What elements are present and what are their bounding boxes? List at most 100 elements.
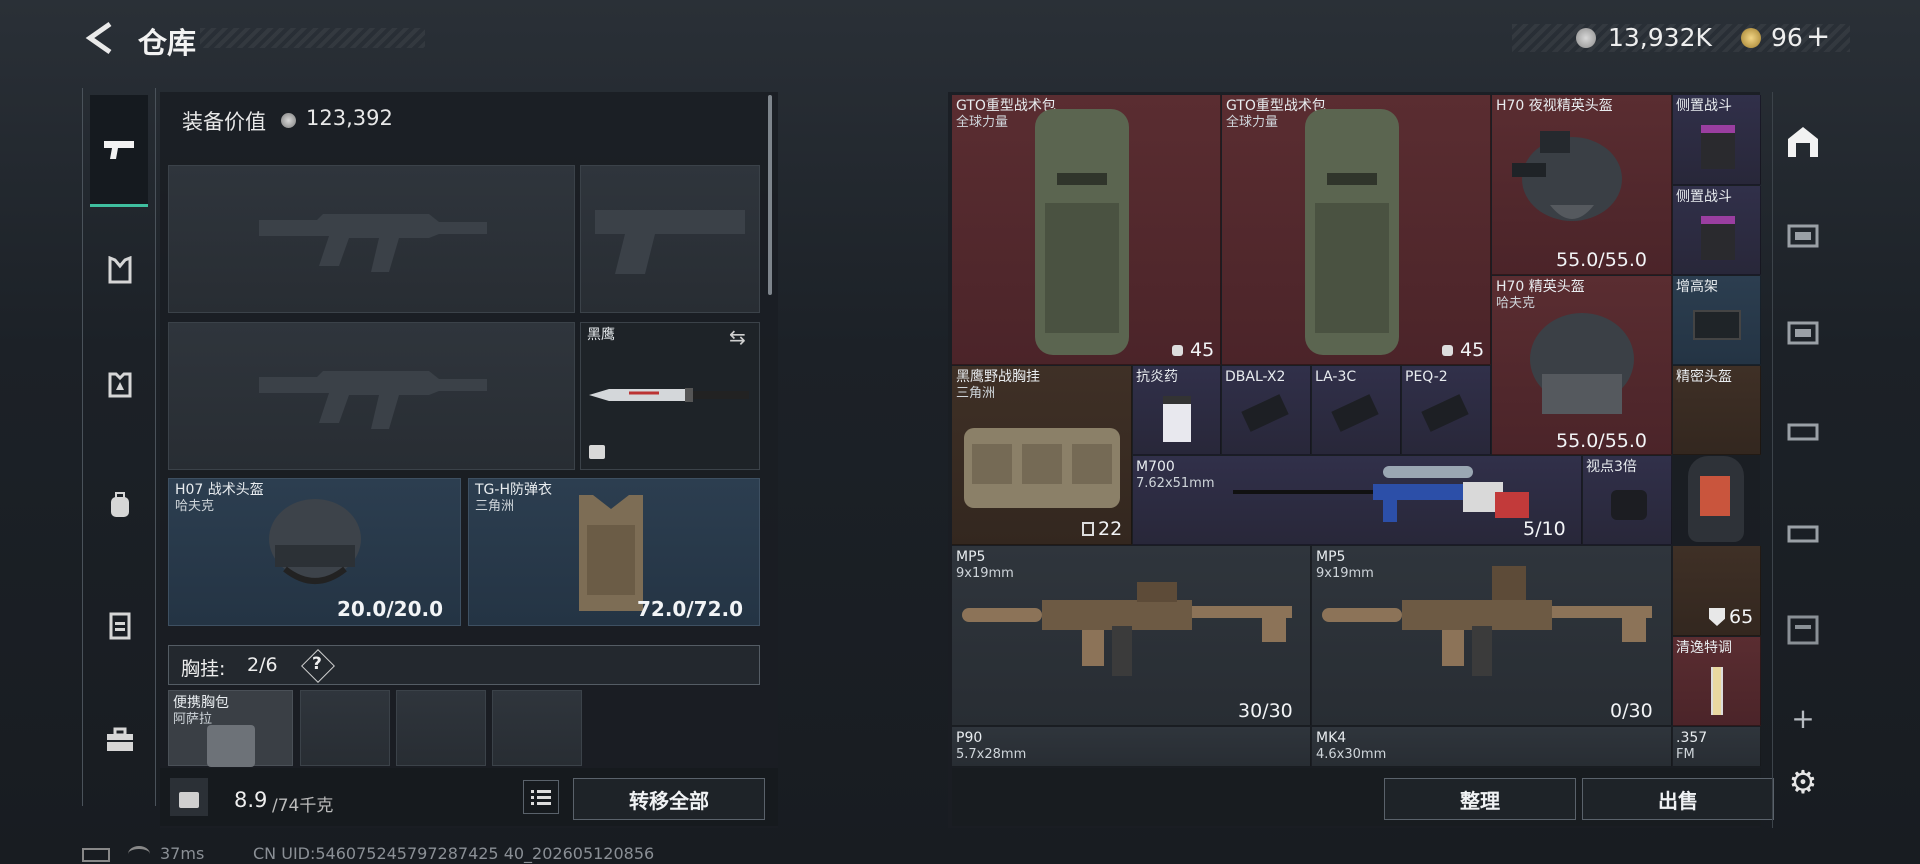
chest-rig-icon — [964, 428, 1120, 508]
grid-item-riser[interactable]: 增高架 — [1673, 276, 1761, 365]
knife-icon — [589, 388, 749, 402]
vest-small-icon — [1082, 522, 1094, 536]
knife-slot[interactable]: 黑鹰 ⇆ — [580, 322, 760, 470]
list-view-button[interactable] — [523, 780, 559, 814]
item-name: 侧置战斗 — [1676, 98, 1732, 114]
nav-pouch[interactable] — [100, 605, 140, 645]
helmet-name: H07 战术头盔 — [175, 482, 264, 498]
swap-icon[interactable]: ⇆ — [729, 325, 746, 349]
laser-icon — [1421, 394, 1469, 432]
nav-toolbox[interactable] — [100, 720, 140, 760]
grid-item-la3c[interactable]: LA-3C — [1312, 366, 1401, 455]
grid-item-shield[interactable]: 65 — [1673, 546, 1761, 636]
container-icon — [1787, 321, 1819, 345]
weight-lock-icon — [170, 778, 208, 816]
nav-backpack[interactable] — [100, 485, 140, 525]
chestrig-label: 胸挂: — [181, 658, 226, 680]
sort-button[interactable]: 整理 — [1384, 778, 1576, 820]
grid-item-blackhawk[interactable]: 黑鹰野战胸挂 三角洲 22 — [952, 366, 1132, 545]
grid-item-mp5b[interactable]: MP5 9x19mm 0/30 — [1312, 546, 1672, 726]
grid-item-p90[interactable]: P90 5.7x28mm — [952, 727, 1311, 767]
grid-item-h70nv[interactable]: H70 夜视精英头盔 55.0/55.0 — [1492, 95, 1672, 275]
add-coins-button[interactable]: + — [1806, 19, 1830, 53]
primary-weapon-slot[interactable] — [168, 165, 575, 313]
grid-item-m700[interactable]: M700 7.62x51mm 5/10 — [1133, 456, 1582, 545]
grid-item-scope3[interactable]: 视点3倍 — [1583, 456, 1672, 545]
sell-button[interactable]: 出售 — [1582, 778, 1774, 820]
item-ammo: 5/10 — [1523, 518, 1566, 540]
grid-item-h70[interactable]: H70 精英头盔 哈夫克 55.0/55.0 — [1492, 276, 1672, 455]
gold-coin-icon — [1741, 28, 1761, 48]
grid-item-antiinf[interactable]: 抗炎药 — [1133, 366, 1221, 455]
container-icon — [1787, 525, 1819, 543]
nav-armor[interactable] — [100, 365, 140, 405]
smg-icon — [962, 582, 1292, 676]
item-name: 视点3倍 — [1586, 459, 1637, 475]
grid-item-peq2[interactable]: PEQ-2 — [1402, 366, 1491, 455]
pistol-silhouette-icon — [595, 210, 745, 274]
item-name: H70 夜视精英头盔 — [1496, 98, 1613, 114]
chestrig-item-slot[interactable]: 便携胸包 阿萨拉 — [168, 690, 293, 767]
nav-stash-3b[interactable] — [1778, 512, 1828, 552]
toolbox-icon — [107, 727, 133, 751]
grid-item-mp5a[interactable]: MP5 9x19mm 30/30 — [952, 546, 1311, 726]
grid-item-gto1[interactable]: GTO重型战术包 全球力量 45 — [952, 95, 1221, 365]
grid-item-mk4[interactable]: MK4 4.6x30mm — [1312, 727, 1672, 767]
item-name: MP5 — [956, 549, 986, 565]
help-icon: ? — [312, 654, 322, 674]
item-name: 清逸特调 — [1676, 640, 1732, 656]
grid-item-gto2[interactable]: GTO重型战术包 全球力量 45 — [1222, 95, 1491, 365]
loadout-scrollbar[interactable] — [768, 95, 772, 295]
chestrig-empty-slot[interactable] — [492, 690, 582, 766]
item-caliber: FM — [1676, 747, 1695, 762]
silver-coin-icon — [281, 113, 296, 128]
back-button[interactable] — [82, 20, 116, 56]
item-name: 侧置战斗 — [1676, 189, 1732, 205]
item-ammo: 0/30 — [1610, 700, 1653, 722]
item-name: DBAL-X2 — [1225, 369, 1286, 385]
coin-amount: 96 — [1771, 23, 1803, 52]
grid-item-precision[interactable]: 精密头盔 — [1673, 366, 1761, 455]
grid-item-side1[interactable]: 侧置战斗 — [1673, 95, 1761, 185]
transfer-all-button[interactable]: 转移全部 — [573, 778, 765, 820]
knife-name: 黑鹰 — [587, 327, 615, 343]
stash-icon — [1788, 127, 1818, 157]
grid-item-357[interactable]: .357 FM — [1673, 727, 1761, 767]
pistol-slot[interactable] — [580, 165, 760, 313]
weight-max: /74千克 — [272, 796, 334, 816]
backpack-icon — [111, 492, 129, 517]
armor-slot[interactable]: TG-H防弹衣 三角洲 72.0/72.0 — [468, 478, 760, 626]
nav-home[interactable] — [1778, 122, 1828, 162]
add-stash-button[interactable]: + — [1778, 698, 1828, 738]
rifle-silhouette-icon — [259, 214, 487, 272]
sight-icon — [1701, 125, 1735, 169]
item-maker: 全球力量 — [956, 115, 1009, 130]
secondary-weapon-slot[interactable] — [168, 322, 575, 470]
item-caliber: 5.7x28mm — [956, 747, 1027, 762]
grid-item-drink[interactable]: 清逸特调 — [1673, 637, 1761, 726]
helmet-slot[interactable]: H07 战术头盔 哈夫克 20.0/20.0 — [168, 478, 461, 626]
backpack-icon — [1035, 109, 1129, 355]
item-durability: 55.0/55.0 — [1556, 430, 1648, 452]
back-arrow-icon — [85, 21, 112, 55]
settings-icon[interactable]: ⚙ — [1778, 762, 1828, 802]
chestrig-empty-slot[interactable] — [300, 690, 390, 766]
backpack-icon — [1305, 109, 1399, 355]
rifle-silhouette-icon — [259, 371, 487, 429]
list-icon — [531, 790, 551, 805]
item-name: MP5 — [1316, 549, 1346, 565]
capacity-icon — [1172, 345, 1183, 356]
nav-stash-4a[interactable] — [1778, 215, 1828, 255]
item-name: MK4 — [1316, 730, 1347, 746]
nav-stash-3a[interactable] — [1778, 410, 1828, 450]
grid-item-side2[interactable]: 侧置战斗 — [1673, 186, 1761, 275]
equip-value-label: 装备价值 — [182, 110, 266, 134]
nav-stash-4b[interactable] — [1778, 312, 1828, 352]
nav-weapons[interactable] — [90, 95, 148, 207]
pouch-name: 便携胸包 — [173, 695, 229, 711]
nav-chestrig[interactable] — [100, 250, 140, 290]
nav-stash-2[interactable] — [1778, 610, 1828, 650]
chestrig-empty-slot[interactable] — [396, 690, 486, 766]
equip-value: 123,392 — [306, 106, 393, 130]
grid-item-dbal[interactable]: DBAL-X2 — [1222, 366, 1311, 455]
